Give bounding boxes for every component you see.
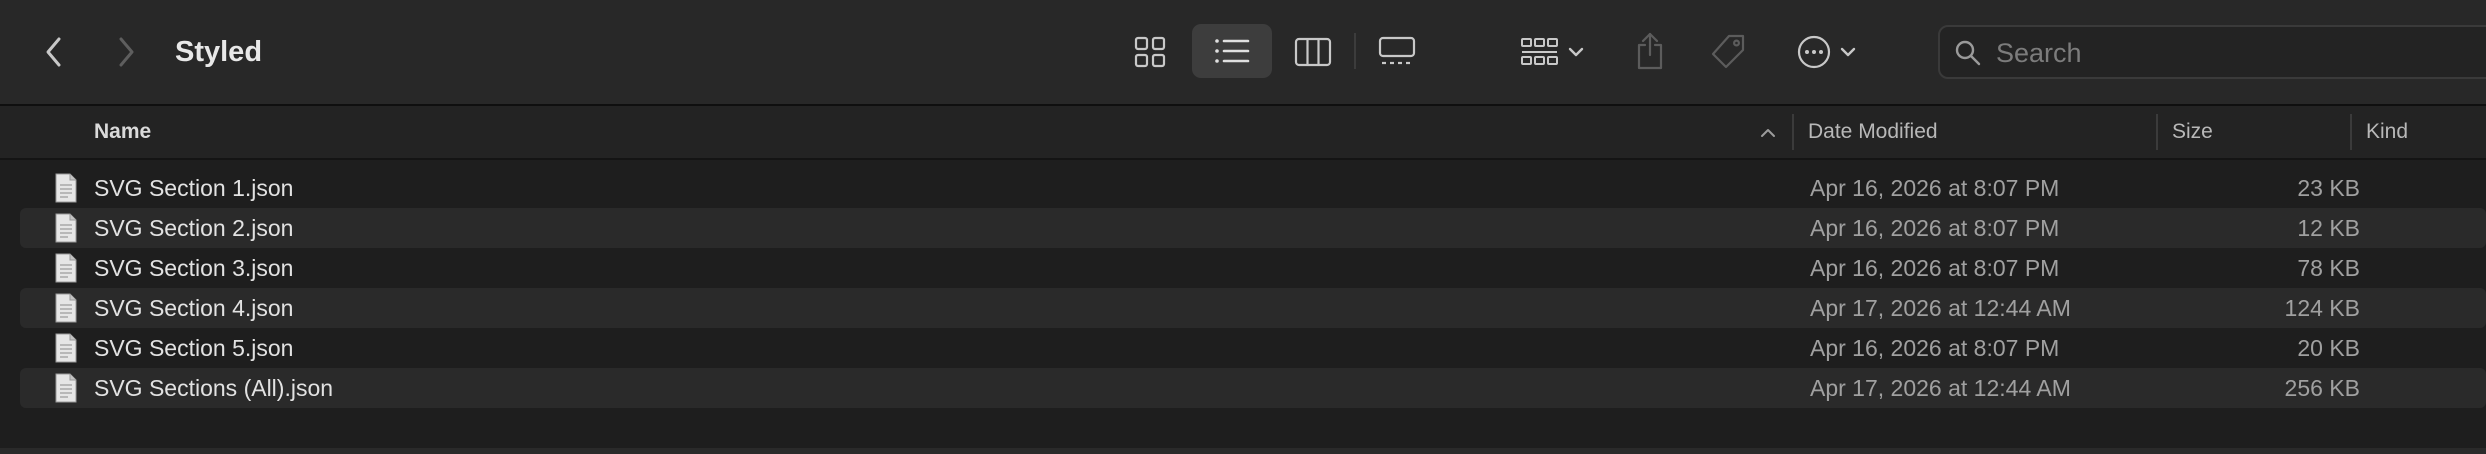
column-divider[interactable] [2350, 114, 2352, 150]
file-size: 12 KB [2297, 215, 2360, 241]
chevron-left-icon [43, 36, 65, 68]
magnifier-icon [1954, 39, 1982, 72]
group-icon [1520, 36, 1560, 68]
table-row[interactable]: SVG Section 2.json Apr 16, 2026 at 8:07 … [20, 208, 2486, 248]
columns-icon [1294, 37, 1332, 67]
document-icon [54, 333, 78, 368]
list-view-button[interactable] [1192, 24, 1272, 78]
chevron-down-icon [1568, 46, 1584, 58]
file-date-modified: Apr 16, 2026 at 8:07 PM [1810, 255, 2060, 281]
column-view-button[interactable] [1290, 28, 1336, 76]
file-size: 23 KB [2297, 175, 2360, 201]
document-icon [54, 213, 78, 248]
table-row[interactable]: SVG Section 1.json Apr 16, 2026 at 8:07 … [20, 168, 2486, 208]
table-row[interactable]: SVG Sections (All).json Apr 17, 2026 at … [20, 368, 2486, 408]
share-icon [1634, 31, 1666, 71]
column-date-modified[interactable]: Date Modified [1808, 106, 1938, 158]
document-icon [54, 253, 78, 288]
file-date-modified: Apr 17, 2026 at 12:44 AM [1810, 295, 2071, 321]
column-divider[interactable] [2156, 114, 2158, 150]
more-actions-button[interactable] [1790, 28, 1862, 76]
document-icon [54, 373, 78, 408]
share-button[interactable] [1628, 26, 1672, 76]
file-name: SVG Section 5.json [94, 335, 294, 361]
forward-button[interactable] [104, 30, 148, 74]
file-name: SVG Sections (All).json [94, 375, 334, 401]
group-button[interactable] [1514, 28, 1590, 76]
search-input[interactable] [1994, 27, 2478, 79]
list-icon [1214, 37, 1250, 65]
window-title: Styled [175, 36, 263, 68]
file-date-modified: Apr 16, 2026 at 8:07 PM [1810, 215, 2060, 241]
file-date-modified: Apr 16, 2026 at 8:07 PM [1810, 175, 2060, 201]
file-size: 256 KB [2284, 375, 2360, 401]
chevron-down-icon [1840, 46, 1856, 58]
file-name: SVG Section 3.json [94, 255, 294, 281]
file-size: 124 KB [2284, 295, 2360, 321]
file-date-modified: Apr 16, 2026 at 8:07 PM [1810, 335, 2060, 361]
file-name: SVG Section 1.json [94, 175, 294, 201]
search-field[interactable] [1938, 25, 2486, 79]
gallery-view-button[interactable] [1372, 28, 1422, 76]
table-row[interactable]: SVG Section 5.json Apr 16, 2026 at 8:07 … [20, 328, 2486, 368]
column-header: Name Date Modified Size Kind [0, 106, 2486, 160]
column-divider[interactable] [1792, 114, 1794, 150]
gallery-icon [1378, 36, 1416, 68]
bottom-edge [0, 448, 2486, 454]
back-button[interactable] [32, 30, 76, 74]
file-size: 78 KB [2297, 255, 2360, 281]
ellipsis-circle-icon [1796, 34, 1832, 70]
tag-button[interactable] [1706, 28, 1750, 76]
file-date-modified: Apr 17, 2026 at 12:44 AM [1810, 375, 2071, 401]
table-row[interactable]: SVG Section 3.json Apr 16, 2026 at 8:07 … [20, 248, 2486, 288]
document-icon [54, 293, 78, 328]
file-name: SVG Section 2.json [94, 215, 294, 241]
tag-icon [1709, 33, 1747, 71]
document-icon [54, 173, 78, 208]
table-row[interactable]: SVG Section 4.json Apr 17, 2026 at 12:44… [20, 288, 2486, 328]
grid-icon [1134, 36, 1166, 68]
toolbar: Styled [0, 0, 2486, 106]
column-kind[interactable]: Kind [2366, 106, 2408, 158]
toolbar-separator [1354, 33, 1356, 69]
file-size: 20 KB [2297, 335, 2360, 361]
file-name: SVG Section 4.json [94, 295, 294, 321]
chevron-up-icon[interactable] [1760, 126, 1776, 144]
chevron-right-icon [115, 36, 137, 68]
icon-view-button[interactable] [1124, 28, 1176, 76]
column-name[interactable]: Name [94, 106, 151, 158]
column-size[interactable]: Size [2172, 106, 2213, 158]
